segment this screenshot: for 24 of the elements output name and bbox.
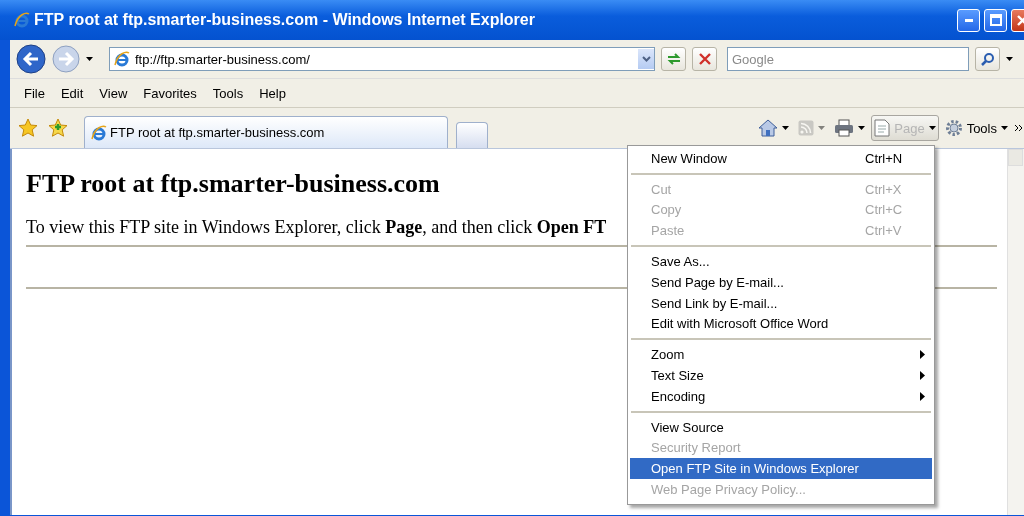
menu-bar-item[interactable]: Edit	[52, 83, 92, 103]
search-field[interactable]: Google	[727, 47, 969, 71]
menu-item[interactable]: Edit with Microsoft Office Word	[630, 313, 932, 335]
menu-item[interactable]: Encoding	[630, 385, 932, 407]
tools-button[interactable]: Tools	[941, 115, 1011, 141]
page-heading: FTP root at ftp.smarter-business.com	[26, 169, 440, 199]
menu-bar-item[interactable]: Tools	[204, 83, 252, 103]
menu-item[interactable]: Text Size	[630, 365, 932, 386]
menu-item[interactable]: View Source	[630, 416, 932, 438]
window-title: FTP root at ftp.smarter-business.com - Windows Internet Explorer	[34, 11, 536, 29]
browser-tab[interactable]: FTP root at ftp.smarter-business.com	[84, 116, 448, 148]
menu-item[interactable]: New Window Ctrl+N	[630, 148, 932, 169]
menu-item[interactable]: Open FTP Site in Windows Explorer	[630, 458, 932, 480]
menu-bar-item[interactable]: View	[91, 83, 136, 103]
address-field[interactable]: ftp://ftp.smarter-business.com/	[109, 47, 655, 71]
menu-bar-item[interactable]: Help	[251, 83, 294, 103]
menu-item[interactable]: Zoom	[630, 344, 932, 366]
menu-item[interactable]: Save As...	[630, 251, 932, 272]
menu-item[interactable]: Send Page by E-mail...	[630, 272, 932, 293]
menu-bar-item[interactable]: File	[16, 83, 53, 103]
instruction-text: To view this FTP site in Windows Explorer, click Page, and then click Open FT	[26, 217, 607, 238]
menu-bar-item[interactable]: Favorites	[135, 83, 205, 103]
menu-item[interactable]: Send Link by E-mail...	[630, 292, 932, 314]
address-text: ftp://ftp.smarter-business.com/	[135, 51, 311, 67]
